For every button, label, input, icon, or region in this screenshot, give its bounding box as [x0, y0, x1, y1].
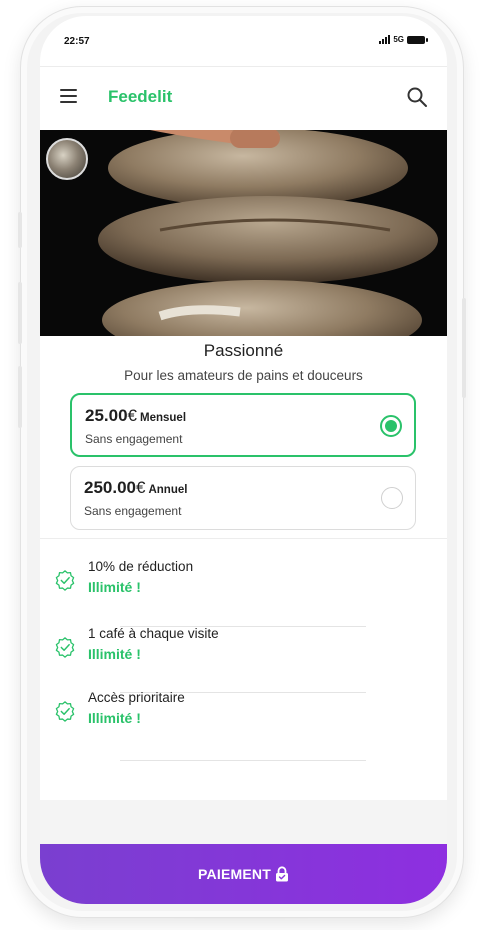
- option-period: Mensuel: [140, 412, 187, 424]
- perk-item: 10% de réduction Illimité !: [54, 557, 414, 607]
- payment-button[interactable]: PAIEMENT: [40, 844, 447, 904]
- plan-option-yearly[interactable]: 250.00€ Annuel Sans engagement: [70, 466, 416, 530]
- perk-divider: [120, 760, 366, 761]
- plan-title: Passionné: [203, 341, 284, 360]
- search-icon[interactable]: [405, 85, 429, 109]
- check-badge-icon: [55, 701, 75, 722]
- phone-side-button: [18, 282, 22, 344]
- perk-name: Accès prioritaire: [88, 690, 185, 705]
- option-note: Sans engagement: [84, 504, 182, 518]
- option-price: 250.00: [84, 478, 136, 497]
- section-divider: [40, 538, 447, 539]
- option-currency: €: [136, 478, 146, 497]
- phone-side-button: [18, 366, 22, 428]
- radio-unselected[interactable]: [381, 487, 403, 509]
- battery-icon: [407, 35, 428, 44]
- radio-selected[interactable]: [380, 415, 402, 437]
- option-currency: €: [127, 406, 138, 425]
- option-price-line: 25.00€ Mensuel: [85, 406, 186, 426]
- status-indicators: 5G: [379, 35, 428, 44]
- app-header: Feedelit: [40, 66, 447, 130]
- menu-icon[interactable]: [60, 89, 77, 103]
- check-badge-icon: [55, 637, 75, 658]
- perk-name: 1 café à chaque visite: [88, 626, 219, 641]
- perk-item: 1 café à chaque visite Illimité !: [54, 624, 414, 674]
- status-time: 22:57: [64, 36, 90, 47]
- signal-icon: [379, 35, 391, 44]
- option-price: 25.00: [85, 406, 128, 425]
- phone-screen: 22:57 5G Feedelit Passionné Pour les ama…: [40, 16, 447, 904]
- plan-card: Passionné Pour les amateurs de pains et …: [40, 336, 447, 800]
- perk-value: Illimité !: [88, 579, 141, 595]
- option-price-line: 250.00€ Annuel: [84, 478, 187, 498]
- lock-icon: [275, 866, 288, 882]
- phone-side-button: [18, 212, 22, 248]
- payment-label: PAIEMENT: [198, 866, 271, 882]
- option-note: Sans engagement: [85, 432, 183, 446]
- brand-title: Feedelit: [108, 87, 173, 106]
- status-bar: 22:57 5G: [40, 16, 447, 66]
- option-period: Annuel: [148, 484, 188, 496]
- plan-option-monthly[interactable]: 25.00€ Mensuel Sans engagement: [70, 393, 416, 457]
- vendor-avatar: [46, 138, 88, 180]
- network-type: 5G: [393, 35, 404, 44]
- bread-photo: [40, 130, 447, 336]
- check-badge-icon: [55, 570, 75, 591]
- perk-name: 10% de réduction: [88, 559, 194, 574]
- perk-value: Illimité !: [88, 646, 141, 662]
- bread-illustration: [40, 130, 447, 336]
- perk-value: Illimité !: [88, 710, 141, 726]
- plan-subtitle: Pour les amateurs de pains et douceurs: [124, 368, 363, 383]
- perk-item: Accès prioritaire Illimité !: [54, 688, 414, 738]
- phone-side-button: [462, 298, 466, 398]
